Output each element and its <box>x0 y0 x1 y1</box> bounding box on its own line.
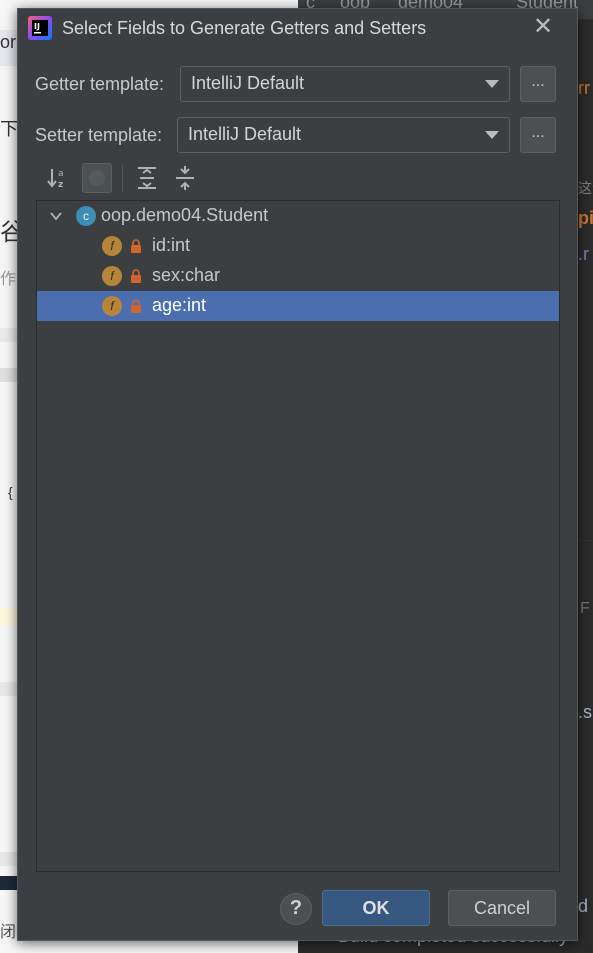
toolbar-separator <box>122 164 123 192</box>
background-text: or <box>0 32 17 52</box>
background-text: d <box>578 896 589 916</box>
tree-row-field[interactable]: f sex:char <box>37 261 559 291</box>
class-icon: c <box>76 206 96 226</box>
tree-class-label: oop.demo04.Student <box>101 205 269 225</box>
tree-row-field-selected[interactable]: f age:int <box>37 291 559 321</box>
show-inherited-button[interactable] <box>82 163 112 193</box>
chevron-down-icon <box>485 131 499 139</box>
svg-text:IJ: IJ <box>34 22 40 31</box>
background-text: { <box>8 484 13 500</box>
background-text: .s <box>578 702 593 722</box>
close-icon: ✕ <box>532 13 554 40</box>
setter-template-more-button[interactable]: ... <box>520 117 556 153</box>
background-text: 下 <box>0 119 18 139</box>
expand-all-button[interactable] <box>132 163 162 193</box>
setter-template-label: Setter template: <box>35 125 163 145</box>
collapse-all-button[interactable] <box>170 163 200 193</box>
close-button[interactable]: ✕ <box>531 15 555 39</box>
background-text: F <box>580 600 590 617</box>
svg-text:a: a <box>58 169 64 179</box>
dialog-title: Select Fields to Generate Getters and Se… <box>62 18 427 38</box>
intellij-app-icon: IJ <box>28 16 52 40</box>
getter-template-more-button[interactable]: ... <box>520 66 556 102</box>
generate-getters-setters-dialog: IJ Select Fields to Generate Getters and… <box>17 8 578 941</box>
chevron-down-icon <box>485 80 499 88</box>
dialog-titlebar: IJ Select Fields to Generate Getters and… <box>18 9 577 49</box>
sort-alphabetically-button[interactable]: a z <box>44 163 74 193</box>
sort-alphabetically-icon: a z <box>47 169 64 190</box>
background-text: 闭 <box>0 924 17 941</box>
field-icon: f <box>102 236 122 256</box>
help-button[interactable]: ? <box>280 893 312 925</box>
tree-field-label: id:int <box>152 235 191 255</box>
tree-field-label: sex:char <box>152 265 221 285</box>
background-text: pi <box>578 208 593 228</box>
background-text: rr <box>578 78 590 98</box>
private-lock-icon <box>131 299 141 313</box>
background-text: 这个 <box>578 180 593 196</box>
private-lock-icon <box>131 239 141 253</box>
field-icon: f <box>102 266 122 286</box>
background-text: .r <box>578 244 589 264</box>
getter-template-value: IntelliJ Default <box>191 73 305 93</box>
show-inherited-icon <box>89 170 105 186</box>
private-lock-icon <box>131 269 141 283</box>
ok-button[interactable]: OK <box>322 890 430 926</box>
cancel-button[interactable]: Cancel <box>448 890 556 926</box>
setter-template-value: IntelliJ Default <box>188 124 302 144</box>
getter-template-combo[interactable]: IntelliJ Default <box>180 66 510 102</box>
tree-field-label: age:int <box>152 295 207 315</box>
background-text: 作 <box>0 271 17 288</box>
svg-text:z: z <box>58 180 63 190</box>
field-icon: f <box>102 296 122 316</box>
getter-template-label: Getter template: <box>35 74 165 94</box>
tree-row-field[interactable]: f id:int <box>37 231 559 261</box>
setter-template-combo[interactable]: IntelliJ Default <box>177 117 510 153</box>
fields-tree[interactable]: c oop.demo04.Student f id:int f sex:char… <box>36 200 560 872</box>
collapse-all-icon <box>176 166 194 190</box>
expand-all-icon <box>138 167 156 189</box>
chevron-down-icon[interactable] <box>49 209 63 223</box>
tree-row-class[interactable]: c oop.demo04.Student <box>37 201 559 231</box>
